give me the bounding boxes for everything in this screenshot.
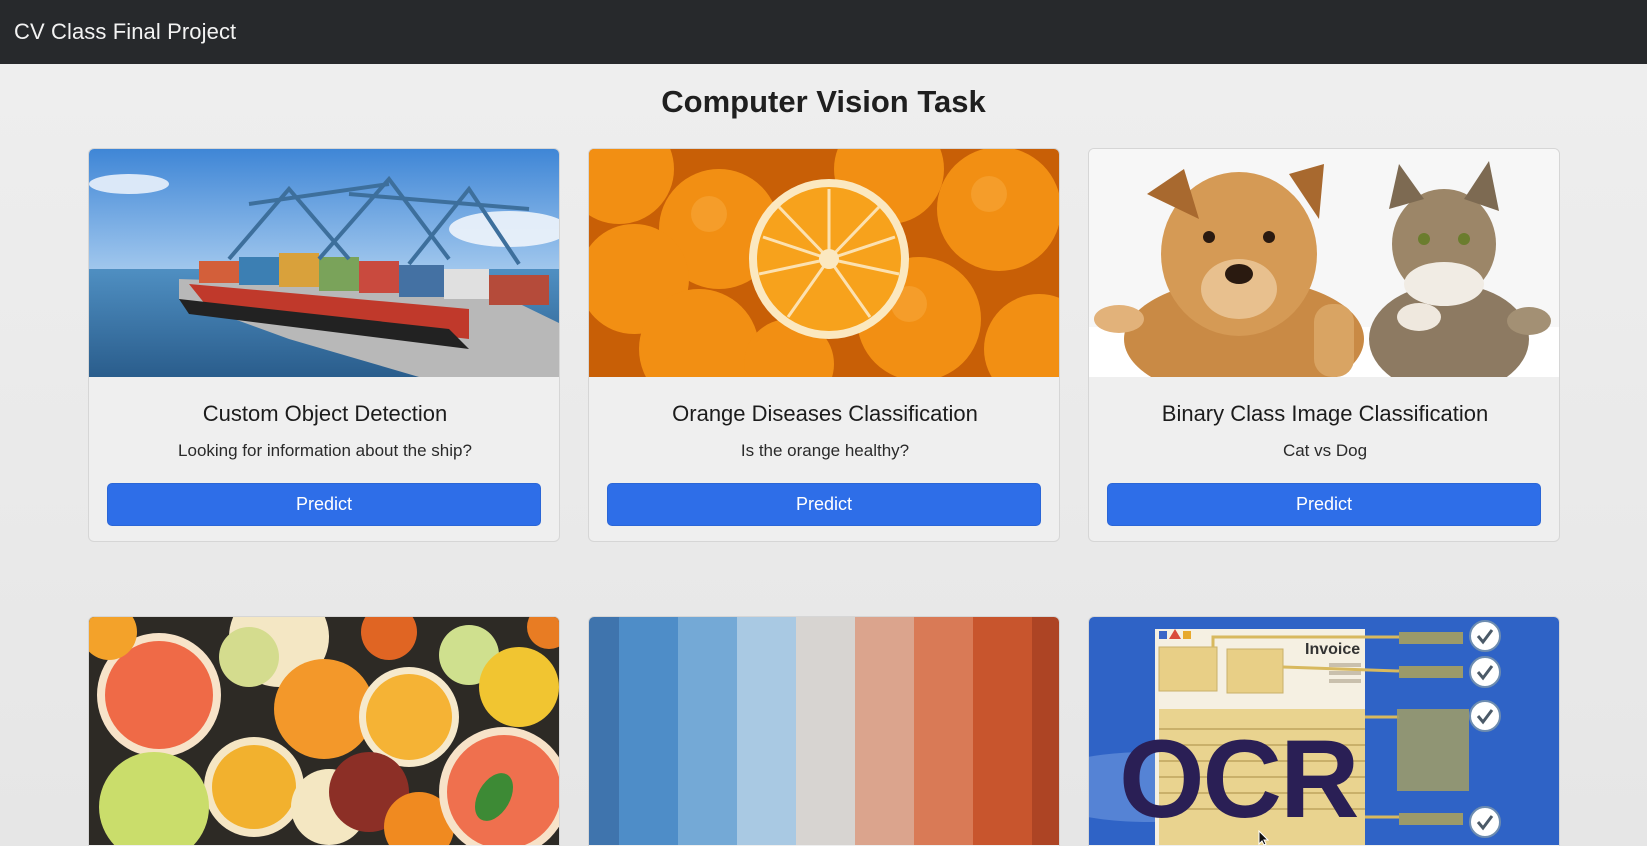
navbar-brand[interactable]: CV Class Final Project <box>14 19 236 45</box>
card-ocr: Invoice OCR <box>1088 616 1560 846</box>
card-orange-diseases: Orange Diseases Classification Is the or… <box>588 148 1060 542</box>
ship-image <box>89 149 559 377</box>
card-text: Is the orange healthy? <box>740 441 910 460</box>
card-title: Orange Diseases Classification <box>672 401 978 426</box>
invoice-label: Invoice <box>1305 641 1361 658</box>
card-object-detection: Custom Object Detection Looking for info… <box>88 148 560 542</box>
page-title: Computer Vision Task <box>661 84 986 119</box>
card-color-stripes <box>588 616 1060 846</box>
predict-button-object-detection[interactable]: Predict <box>107 483 541 526</box>
card-text: Cat vs Dog <box>1282 441 1368 460</box>
predict-button-binary-classification[interactable]: Predict <box>1107 483 1541 526</box>
navbar: CV Class Final Project <box>0 0 1647 64</box>
dog-cat-image <box>1089 149 1559 377</box>
color-stripes-image <box>589 617 1059 845</box>
main-content: Computer Vision Task Custom Object Detec… <box>0 64 1647 846</box>
card-citrus <box>88 616 560 846</box>
ocr-invoice-image: Invoice OCR <box>1089 617 1559 845</box>
card-title: Custom Object Detection <box>202 401 448 426</box>
ocr-text: OCR <box>1119 718 1359 841</box>
oranges-image <box>589 149 1059 377</box>
mouse-cursor-icon <box>1258 830 1270 846</box>
card-binary-classification: Binary Class Image Classification Cat vs… <box>1088 148 1560 542</box>
citrus-image <box>89 617 559 845</box>
card-title: Binary Class Image Classification <box>1161 401 1489 426</box>
card-text: Looking for information about the ship? <box>178 441 472 460</box>
predict-button-orange-diseases[interactable]: Predict <box>607 483 1041 526</box>
